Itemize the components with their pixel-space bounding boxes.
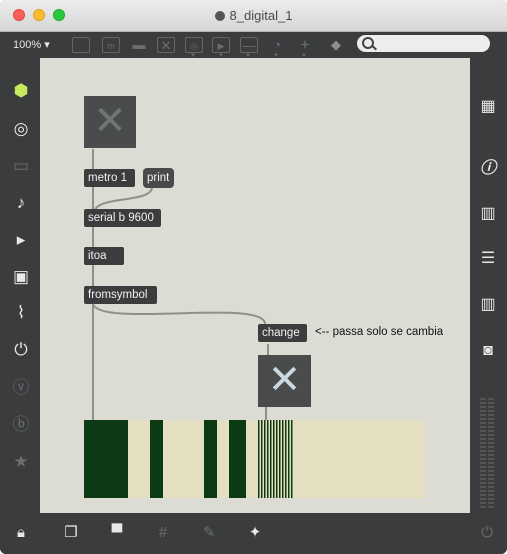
paint-bucket-icon[interactable]: ◆ (327, 37, 345, 53)
bang-button[interactable]: ✕ (258, 355, 311, 407)
dial-object-icon[interactable]: ◔ (268, 37, 286, 53)
power-icon[interactable]: ⏻ (476, 522, 498, 544)
music-note-icon[interactable]: ♪ (10, 192, 32, 214)
image-icon[interactable]: ▣ (10, 266, 32, 288)
change-object[interactable]: change (258, 324, 307, 342)
screen-icon[interactable]: ▭ (10, 155, 32, 177)
search-input[interactable] (357, 35, 490, 52)
paperclip-icon[interactable]: ⌇ (10, 302, 32, 324)
list-icon[interactable]: ☰ (477, 248, 499, 270)
itoa-object[interactable]: itoa (84, 247, 124, 265)
media-icon[interactable]: ▸ (10, 229, 32, 251)
comment-icon[interactable]: ▬ (130, 37, 148, 53)
presentation-icon[interactable]: ▀ (106, 522, 128, 544)
patch-comment: <-- passa solo se cambia (315, 326, 444, 338)
document-icon (214, 11, 225, 21)
bang-x-icon: ✕ (267, 358, 302, 402)
print-message[interactable]: print (143, 168, 174, 188)
serial-object[interactable]: serial b 9600 (84, 209, 161, 227)
metro-object[interactable]: metro 1 (84, 169, 135, 187)
bang-object-icon[interactable]: ✕ (157, 37, 175, 53)
patch-canvas[interactable]: ✕ metro 1 print serial b 9600 itoa froms… (40, 58, 470, 513)
message-box-icon[interactable]: m (102, 37, 120, 53)
add-object-icon[interactable]: + (296, 36, 314, 53)
playback-object-icon[interactable]: ▶ (212, 37, 230, 53)
book-icon[interactable]: ▥ (477, 203, 499, 225)
window-title-area: 8_digital_1 (0, 8, 507, 23)
pin-icon[interactable]: ✎ (198, 522, 220, 544)
title-bar: 8_digital_1 (0, 0, 507, 32)
bottom-bar: 🔒︎ ❐ ▀ # ✎ ✦ ⏻ (0, 513, 507, 554)
left-sidebar: ⬢ ◎ ▭ ♪ ▸ ▣ ⌇ ⏻ ⓥ ⓑ ★ (0, 58, 40, 513)
star-icon[interactable]: ★ (10, 451, 32, 473)
bang-button[interactable]: ✕ (84, 96, 136, 148)
presentation-toggle-icon[interactable] (72, 37, 90, 53)
cube-icon[interactable]: ⬢ (10, 80, 32, 102)
lock-icon[interactable]: 🔒︎ (10, 522, 32, 544)
slider-object-icon[interactable]: — (240, 37, 258, 53)
grid-icon[interactable]: ▦ (477, 96, 499, 118)
max-patcher-window: 8_digital_1 100% ▾ m ▬ ✕ ◎ ▼ ▶ ▼ — ▼ ◔ ▼… (0, 0, 507, 554)
b-icon[interactable]: ⓑ (10, 414, 32, 436)
toggle-object-icon[interactable]: ◎ (185, 37, 203, 53)
level-meter (478, 398, 496, 508)
windows-icon[interactable]: ❐ (60, 522, 82, 544)
book-open-icon[interactable]: ▥ (477, 294, 499, 316)
zoom-select[interactable]: 100% ▾ (13, 38, 50, 51)
grid-icon[interactable]: # (152, 522, 174, 544)
search-icon (362, 37, 374, 49)
target-icon[interactable]: ◎ (10, 118, 32, 140)
wrench-icon[interactable]: ✦ (244, 522, 266, 544)
plug-icon[interactable]: ⏻ (10, 339, 32, 361)
v-icon[interactable]: ⓥ (10, 377, 32, 399)
info-icon[interactable]: ⓘ (477, 158, 499, 180)
bang-x-icon: ✕ (93, 99, 127, 143)
bit-stripe-display (84, 420, 425, 498)
window-title: 8_digital_1 (229, 8, 293, 23)
fromsymbol-object[interactable]: fromsymbol (84, 286, 157, 304)
camera-icon[interactable]: ◙ (477, 340, 499, 362)
